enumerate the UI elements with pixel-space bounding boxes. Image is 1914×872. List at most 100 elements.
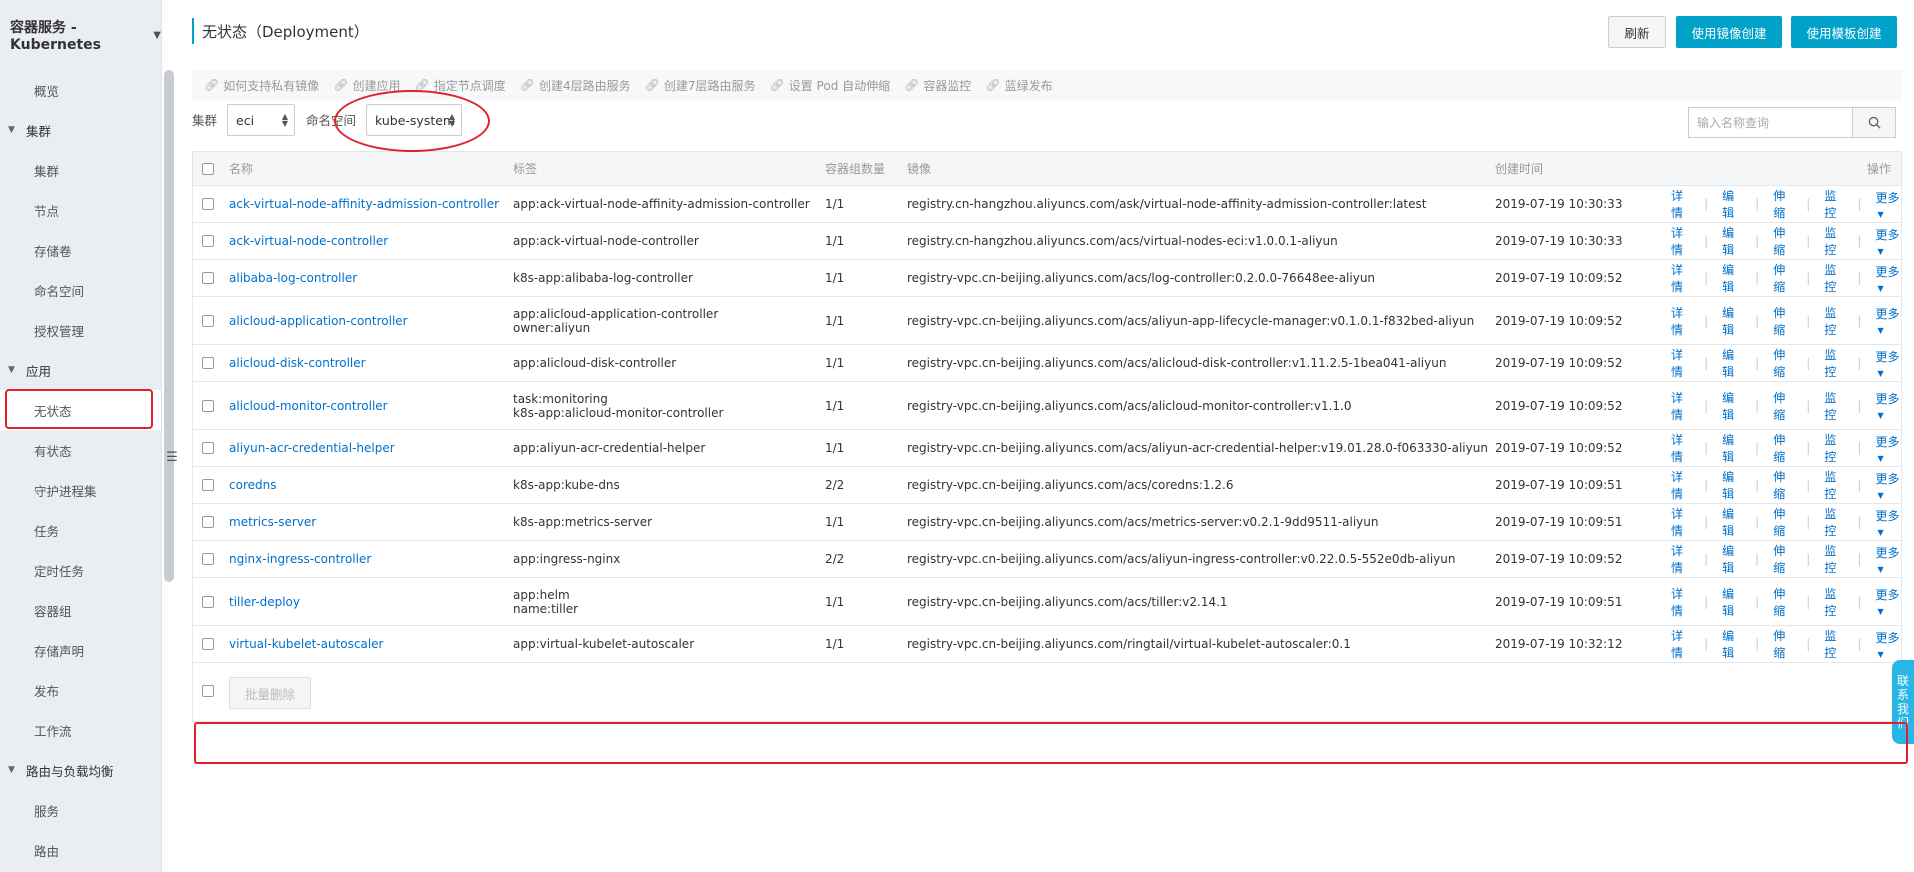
deployment-name-link[interactable]: alicloud-monitor-controller	[229, 399, 388, 413]
deployment-name-link[interactable]: nginx-ingress-controller	[229, 552, 371, 566]
details-link[interactable]: 详情	[1671, 585, 1690, 619]
help-link[interactable]: 🔗︎ 创建7层路由服务	[645, 77, 756, 94]
sidebar-item[interactable]: 集群	[0, 150, 161, 190]
monitor-link[interactable]: 监控	[1824, 224, 1843, 258]
more-dropdown[interactable]: 更多▼	[1875, 226, 1901, 257]
monitor-link[interactable]: 监控	[1824, 585, 1843, 619]
sidebar-item[interactable]: 定时任务	[0, 550, 161, 590]
batch-delete-button[interactable]: 批量删除	[229, 677, 311, 709]
sidebar-item[interactable]: 存储卷	[0, 230, 161, 270]
more-dropdown[interactable]: 更多▼	[1875, 189, 1901, 220]
sidebar-scrollbar[interactable]	[164, 70, 174, 582]
row-checkbox[interactable]	[202, 516, 214, 528]
details-link[interactable]: 详情	[1671, 431, 1690, 465]
edit-link[interactable]: 编辑	[1722, 627, 1741, 661]
edit-link[interactable]: 编辑	[1722, 187, 1741, 221]
sidebar-item-overview[interactable]: 概览	[0, 70, 161, 110]
sidebar-item[interactable]: 节点	[0, 190, 161, 230]
deployment-name-link[interactable]: alibaba-log-controller	[229, 271, 357, 285]
details-link[interactable]: 详情	[1671, 304, 1690, 338]
select-all-checkbox[interactable]	[202, 162, 214, 175]
row-checkbox[interactable]	[202, 479, 214, 491]
edit-link[interactable]: 编辑	[1722, 468, 1741, 502]
more-dropdown[interactable]: 更多▼	[1875, 348, 1901, 379]
footer-select-all-checkbox[interactable]	[202, 685, 214, 697]
collapse-sidebar-icon[interactable]: ☰	[166, 450, 178, 466]
sidebar-item[interactable]: 命名空间	[0, 270, 161, 310]
deployment-name-link[interactable]: aliyun-acr-credential-helper	[229, 441, 395, 455]
sidebar-item[interactable]: 路由	[0, 830, 161, 870]
scale-link[interactable]: 伸缩	[1773, 627, 1792, 661]
monitor-link[interactable]: 监控	[1824, 627, 1843, 661]
edit-link[interactable]: 编辑	[1722, 389, 1741, 423]
monitor-link[interactable]: 监控	[1824, 468, 1843, 502]
monitor-link[interactable]: 监控	[1824, 505, 1843, 539]
row-checkbox[interactable]	[202, 357, 214, 369]
more-dropdown[interactable]: 更多▼	[1875, 263, 1901, 294]
sidebar-group-0[interactable]: ▼ 集群	[0, 110, 161, 150]
more-dropdown[interactable]: 更多▼	[1875, 629, 1901, 660]
scale-link[interactable]: 伸缩	[1773, 431, 1792, 465]
help-link[interactable]: 🔗︎ 创建4层路由服务	[520, 77, 631, 94]
edit-link[interactable]: 编辑	[1722, 346, 1741, 380]
monitor-link[interactable]: 监控	[1824, 187, 1843, 221]
monitor-link[interactable]: 监控	[1824, 304, 1843, 338]
search-input[interactable]: 输入名称查询	[1688, 107, 1852, 138]
sidebar-group-1[interactable]: ▼ 应用	[0, 350, 161, 390]
more-dropdown[interactable]: 更多▼	[1875, 305, 1901, 336]
sidebar-item[interactable]: 守护进程集	[0, 470, 161, 510]
scale-link[interactable]: 伸缩	[1773, 468, 1792, 502]
more-dropdown[interactable]: 更多▼	[1875, 544, 1901, 575]
search-button[interactable]	[1852, 107, 1896, 138]
details-link[interactable]: 详情	[1671, 542, 1690, 576]
monitor-link[interactable]: 监控	[1824, 261, 1843, 295]
sidebar-group-2[interactable]: ▼ 路由与负载均衡	[0, 750, 161, 790]
help-link[interactable]: 🔗︎ 如何支持私有镜像	[204, 77, 319, 94]
edit-link[interactable]: 编辑	[1722, 505, 1741, 539]
more-dropdown[interactable]: 更多▼	[1875, 390, 1901, 421]
sidebar-item[interactable]: 存储声明	[0, 630, 161, 670]
contact-us-tab[interactable]: 联系我们	[1892, 660, 1914, 744]
deployment-name-link[interactable]: ack-virtual-node-affinity-admission-cont…	[229, 197, 499, 211]
deployment-name-link[interactable]: coredns	[229, 478, 276, 492]
row-checkbox[interactable]	[202, 399, 214, 412]
details-link[interactable]: 详情	[1671, 505, 1690, 539]
refresh-button[interactable]: 刷新	[1608, 16, 1666, 48]
help-link[interactable]: 🔗︎ 蓝绿发布	[985, 77, 1052, 94]
details-link[interactable]: 详情	[1671, 261, 1690, 295]
edit-link[interactable]: 编辑	[1722, 224, 1741, 258]
namespace-select[interactable]: kube-system ▲ ▼	[366, 104, 462, 136]
scale-link[interactable]: 伸缩	[1773, 187, 1792, 221]
help-link[interactable]: 🔗︎ 容器监控	[904, 77, 971, 94]
scale-link[interactable]: 伸缩	[1773, 585, 1792, 619]
monitor-link[interactable]: 监控	[1824, 346, 1843, 380]
sidebar-item[interactable]: 有状态	[0, 430, 161, 470]
row-checkbox[interactable]	[202, 272, 214, 284]
sidebar-item[interactable]: 工作流	[0, 710, 161, 750]
scale-link[interactable]: 伸缩	[1773, 224, 1792, 258]
details-link[interactable]: 详情	[1671, 627, 1690, 661]
product-switcher[interactable]: 容器服务 - Kubernetes ▼	[0, 0, 161, 70]
scale-link[interactable]: 伸缩	[1773, 304, 1792, 338]
edit-link[interactable]: 编辑	[1722, 542, 1741, 576]
deployment-name-link[interactable]: ack-virtual-node-controller	[229, 234, 388, 248]
details-link[interactable]: 详情	[1671, 389, 1690, 423]
sidebar-item[interactable]: 发布	[0, 670, 161, 710]
edit-link[interactable]: 编辑	[1722, 431, 1741, 465]
details-link[interactable]: 详情	[1671, 468, 1690, 502]
more-dropdown[interactable]: 更多▼	[1875, 507, 1901, 538]
more-dropdown[interactable]: 更多▼	[1875, 433, 1901, 464]
monitor-link[interactable]: 监控	[1824, 542, 1843, 576]
deployment-name-link[interactable]: alicloud-application-controller	[229, 314, 408, 328]
monitor-link[interactable]: 监控	[1824, 389, 1843, 423]
cluster-select[interactable]: eci ▲ ▼	[227, 104, 295, 136]
sidebar-item[interactable]: 任务	[0, 510, 161, 550]
sidebar-item[interactable]: 容器组	[0, 590, 161, 630]
sidebar-item[interactable]: 服务	[0, 790, 161, 830]
row-checkbox[interactable]	[202, 235, 214, 247]
deployment-name-link[interactable]: alicloud-disk-controller	[229, 356, 366, 370]
scale-link[interactable]: 伸缩	[1773, 505, 1792, 539]
sidebar-item[interactable]: 无状态	[0, 390, 161, 430]
edit-link[interactable]: 编辑	[1722, 304, 1741, 338]
scale-link[interactable]: 伸缩	[1773, 261, 1792, 295]
